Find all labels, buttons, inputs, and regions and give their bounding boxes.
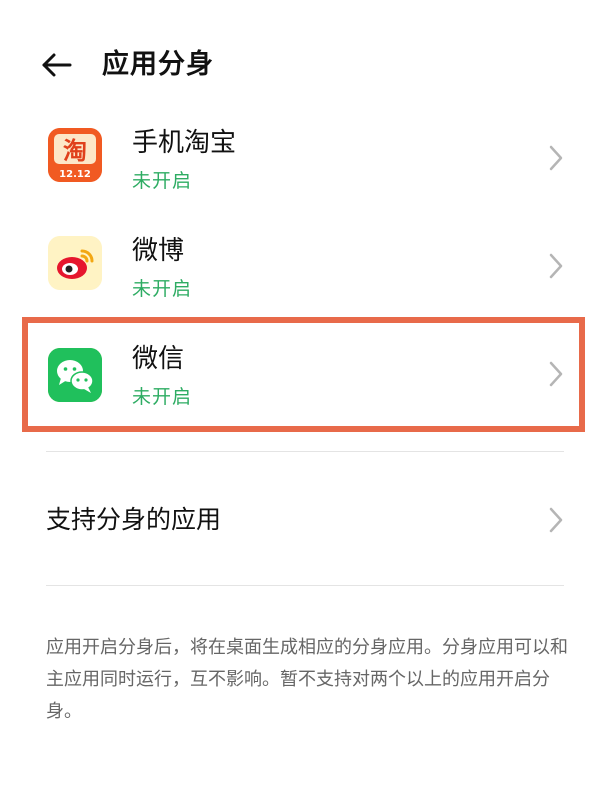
chevron-right-icon: [549, 507, 563, 533]
chevron-right-icon: [549, 253, 563, 279]
chevron-right-icon: [549, 361, 563, 387]
back-button[interactable]: [36, 44, 78, 86]
description-text: 应用开启分身后，将在桌面生成相应的分身应用。分身应用可以和主应用同时运行，互不影…: [46, 637, 568, 722]
app-name: 微博: [132, 236, 185, 266]
weibo-app-icon: [48, 236, 102, 290]
app-row-wechat[interactable]: 微信 未开启: [0, 316, 594, 424]
app-status: 未开启: [132, 170, 193, 192]
arrow-left-icon: [42, 53, 72, 77]
taobao-icon-badge: 12.12: [59, 169, 91, 180]
divider: [46, 585, 564, 586]
supported-apps-row[interactable]: 支持分身的应用: [0, 470, 594, 570]
page-title: 应用分身: [102, 49, 214, 80]
app-status: 未开启: [132, 278, 193, 300]
app-row-taobao[interactable]: 淘 12.12 手机淘宝 未开启: [0, 100, 594, 208]
taobao-app-icon: 淘 12.12: [48, 128, 102, 182]
wechat-app-icon: [48, 348, 102, 402]
app-status: 未开启: [132, 386, 193, 408]
taobao-icon-char: 淘: [63, 137, 87, 165]
divider: [46, 451, 564, 452]
app-name: 微信: [132, 344, 185, 374]
supported-apps-label: 支持分身的应用: [46, 505, 222, 534]
chevron-right-icon: [549, 145, 563, 171]
app-name: 手机淘宝: [132, 128, 237, 158]
app-row-weibo[interactable]: 微博 未开启: [0, 208, 594, 316]
